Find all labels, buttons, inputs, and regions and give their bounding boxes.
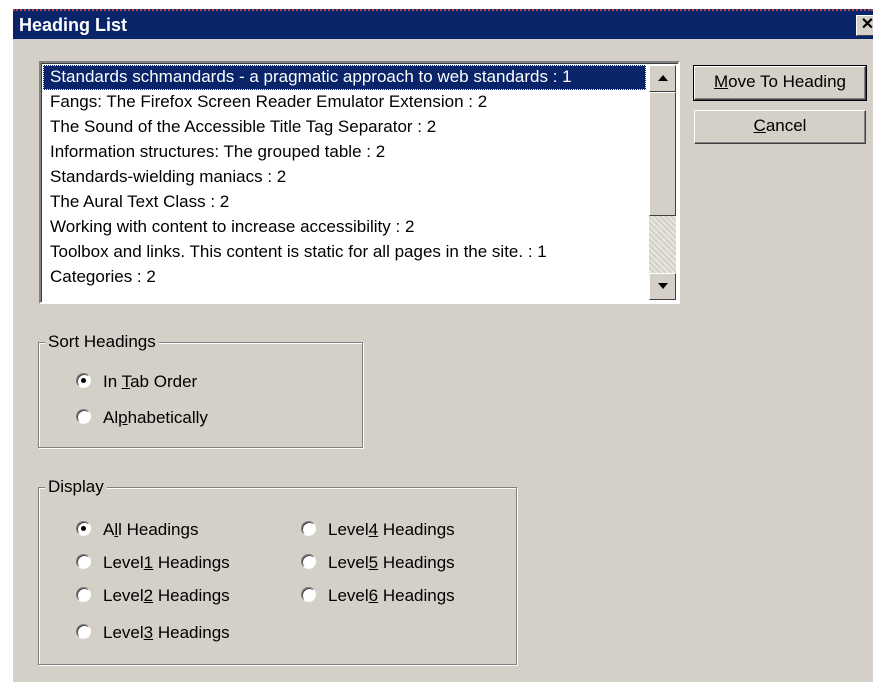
list-item[interactable]: Standards-wielding maniacs : 2 bbox=[43, 165, 646, 190]
button-label: ove To Heading bbox=[728, 72, 846, 91]
radio-indicator[interactable] bbox=[76, 409, 91, 424]
radio-indicator[interactable] bbox=[301, 521, 316, 536]
mnemonic: C bbox=[753, 116, 766, 135]
close-button[interactable]: ✕ bbox=[856, 15, 873, 36]
sort-headings-legend: Sort Headings bbox=[45, 331, 159, 353]
radio-label: Alphabetically bbox=[103, 408, 208, 427]
radio-indicator[interactable] bbox=[76, 521, 91, 536]
radio-indicator[interactable] bbox=[76, 624, 91, 639]
heading-listbox[interactable]: Standards schmandards - a pragmatic appr… bbox=[39, 61, 680, 304]
cancel-button[interactable]: Cancel bbox=[694, 110, 866, 144]
radio-indicator[interactable] bbox=[76, 554, 91, 569]
list-item[interactable]: Categories : 2 bbox=[43, 265, 646, 290]
close-icon: ✕ bbox=[860, 16, 873, 33]
sort-headings-group: Sort Headings In Tab Order Alphabeticall… bbox=[38, 331, 363, 448]
list-item[interactable]: Standards schmandards - a pragmatic appr… bbox=[43, 65, 646, 90]
list-item[interactable]: Working with content to increase accessi… bbox=[43, 215, 646, 240]
radio-indicator[interactable] bbox=[76, 373, 91, 388]
title-bar[interactable]: Heading List ✕ bbox=[13, 9, 873, 39]
radio-label: In Tab Order bbox=[103, 372, 198, 391]
up-arrow-icon bbox=[658, 75, 668, 81]
mnemonic: M bbox=[713, 72, 729, 91]
dialog-title: Heading List bbox=[19, 15, 128, 35]
button-label: ancel bbox=[765, 116, 807, 135]
list-item[interactable]: Fangs: The Firefox Screen Reader Emulato… bbox=[43, 90, 646, 115]
radio-label: Level2 Headings bbox=[103, 586, 230, 605]
move-to-heading-button[interactable]: Move To Heading bbox=[693, 65, 867, 101]
list-item[interactable]: The Aural Text Class : 2 bbox=[43, 190, 646, 215]
vertical-scrollbar[interactable] bbox=[649, 65, 676, 300]
radio-label: Level4 Headings bbox=[328, 520, 455, 539]
scroll-up-button[interactable] bbox=[649, 65, 676, 92]
display-group: Display All Headings Level1 Headings Lev… bbox=[38, 476, 517, 665]
radio-indicator[interactable] bbox=[76, 587, 91, 602]
heading-list-items: Standards schmandards - a pragmatic appr… bbox=[43, 65, 646, 290]
radio-indicator[interactable] bbox=[301, 587, 316, 602]
radio-label: Level3 Headings bbox=[103, 623, 230, 642]
list-item[interactable]: The Sound of the Accessible Title Tag Se… bbox=[43, 115, 646, 140]
radio-label: All Headings bbox=[103, 520, 199, 539]
radio-label: Level5 Headings bbox=[328, 553, 455, 572]
scroll-thumb[interactable] bbox=[649, 92, 676, 216]
scroll-down-button[interactable] bbox=[649, 273, 676, 300]
list-item[interactable]: Toolbox and links. This content is stati… bbox=[43, 240, 646, 265]
radio-label: Level1 Headings bbox=[103, 553, 230, 572]
radio-indicator[interactable] bbox=[301, 554, 316, 569]
heading-list-dialog: Heading List ✕ Standards schmandards - a… bbox=[13, 9, 873, 682]
list-item[interactable]: Information structures: The grouped tabl… bbox=[43, 140, 646, 165]
radio-label: Level6 Headings bbox=[328, 586, 455, 605]
down-arrow-icon bbox=[658, 283, 668, 289]
display-legend: Display bbox=[45, 476, 107, 498]
